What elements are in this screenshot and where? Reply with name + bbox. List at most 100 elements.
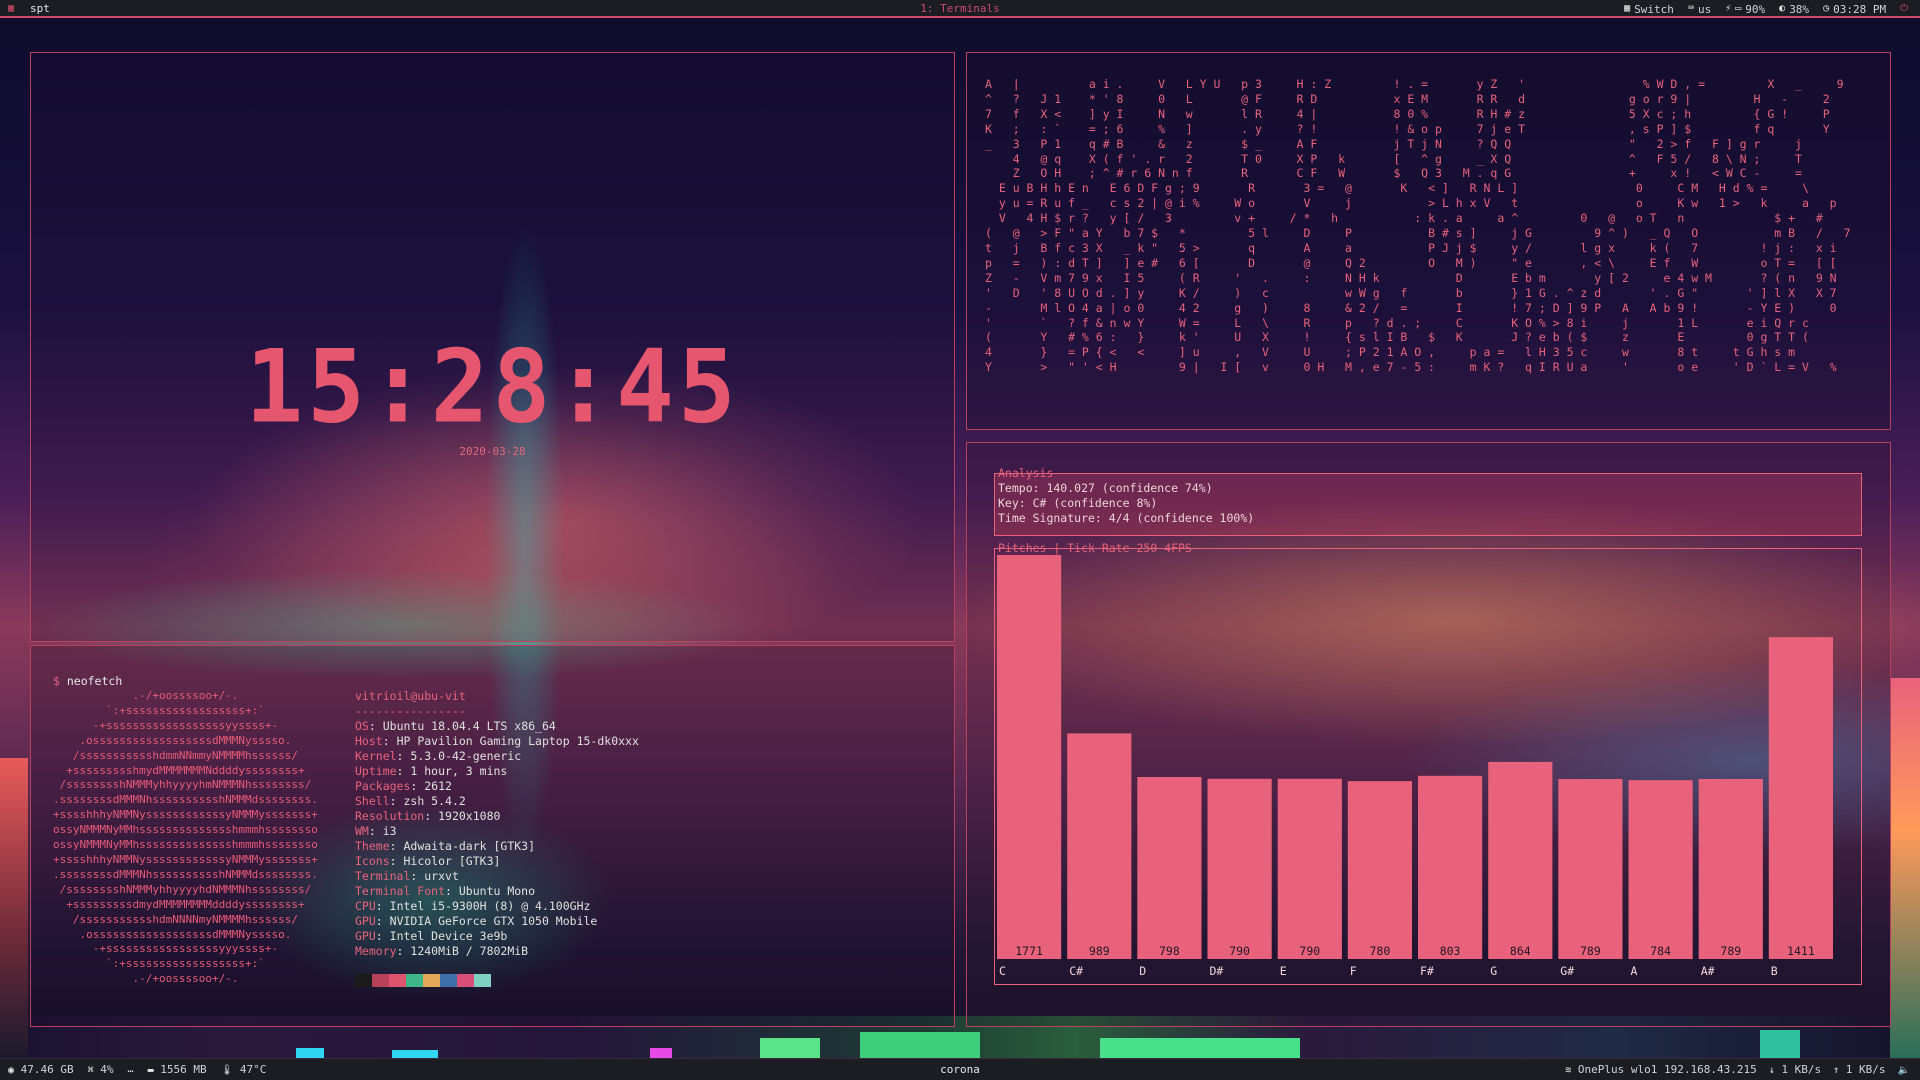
pitch-bar-C# [1067,733,1132,959]
pitch-value-label: 790 [1299,944,1320,958]
keyboard-layout-module[interactable]: ⌨ us [1688,3,1711,16]
pitch-bar-B [1768,637,1833,959]
switch-icon: ▦ [1624,3,1631,14]
info-colon: : [389,794,404,808]
ascii-art-line: -+ssssssssssssssssssyyssss+- [53,718,279,732]
info-colon: : [396,749,411,763]
ascii-art-line: +sssssssssdmydMMMMMMMMddddyssssssss+ [53,897,305,911]
info-row: GPU: NVIDIA GeForce GTX 1050 Mobile [355,914,639,929]
info-colon: : [445,884,459,898]
info-row: OS: Ubuntu 18.04.4 LTS x86_64 [355,719,639,734]
info-colon: : [410,869,425,883]
background-building [1890,678,1920,1058]
workspace-grid-icon[interactable]: ▦ [8,3,24,14]
pitch-value-label: 784 [1650,944,1671,958]
info-colon: : [368,719,383,733]
disk-icon: ◉ [8,1065,15,1076]
matrix-line: K ; : ` = ; 6 % ] . y ? ! ! & o p 7 j e … [985,121,1830,136]
palette-swatch [372,974,389,987]
top-status-bar: ▦ spt 1: Terminals ▦ Switch ⌨ us ⚡ ▭ 90%… [0,0,1920,18]
matrix-line: Z O H ; ^ # r 6 N n f R C F W $ Q 3 M . … [985,166,1802,181]
palette-swatch [355,974,372,987]
matrix-line: ' D ' 8 U O d . ] y K / ) c w W g f b } … [985,285,1837,300]
ascii-art-line: ossyNMMMNyMMhsssssssssssssshmmmhssssssso [53,838,318,852]
big-clock-time: 15:28:45 [245,328,740,446]
info-key: GPU [355,914,376,928]
pitch-bar-F# [1418,775,1483,959]
ascii-art-line: .ssssssssdMMMNhsssssssssshNMMMdssssssss. [53,867,318,881]
background-building [760,1038,820,1058]
battery-icon: ▭ [1735,3,1742,14]
pitch-category-label: E [1280,964,1287,978]
info-key: Icons [355,854,390,868]
keyboard-layout: us [1697,2,1712,16]
pitch-category-label: D# [1210,964,1224,978]
info-colon: : [396,764,411,778]
pitch-bar-G [1488,761,1553,959]
info-colon: : [424,809,439,823]
ascii-art-line: ossyNMMMNyMMhsssssssssssssshmmmhssssssso [53,823,318,837]
thermometer-icon: 🌡 [220,1065,234,1076]
background-building [296,1048,324,1058]
power-icon[interactable]: ⏻ [1900,4,1908,14]
volume-module[interactable]: 🔈 [1898,1063,1910,1076]
info-value: zsh 5.4.2 [403,794,466,808]
battery-module[interactable]: ⚡ ▭ 90% [1725,3,1765,16]
info-value: Ubuntu 18.04.4 LTS x86_64 [382,719,556,733]
pitch-value-label: 790 [1229,944,1250,958]
analysis-title: Analysis [998,466,1054,480]
wifi-icon: ≋ [1565,1065,1572,1076]
battery-level: 90% [1745,2,1766,16]
pitch-value-label: 780 [1370,944,1391,958]
clock-icon: ◷ [1823,3,1830,14]
color-palette [355,974,491,987]
cpu-icon: ⌘ [87,1065,94,1076]
download-module: ↓ 1 KB/s [1769,1063,1821,1076]
brightness-level: 38% [1789,2,1810,16]
cpu-module[interactable]: ⌘ 4% [88,1063,114,1076]
pitch-category-label: F [1350,964,1357,978]
upload-arrow-icon: ↑ [1833,1065,1840,1076]
temperature-module[interactable]: 🌡 47°C [221,1063,267,1076]
matrix-rain-terminal-window[interactable]: A | a i . V L Y U p 3 H : Z ! . = y Z ' … [966,52,1891,430]
pitch-category-label: D [1139,964,1146,978]
memory-module[interactable]: ▬ 1556 MB [148,1063,207,1076]
palette-swatch [440,974,457,987]
pitch-bar-chart: 1771 C 989 C# 798 D 790 D# 790 E 780 F 803 F# 864 G 789 G… [997,555,1833,978]
ascii-art-line: .ssssssssdMMMNhsssssssssshNMMMdssssssss. [53,793,318,807]
pitch-value-label: 789 [1720,944,1741,958]
info-row: Uptime: 1 hour, 3 mins [355,764,639,779]
matrix-line: t j B f c 3 X _ k " 5 > q A a P J j $ y … [985,240,1837,255]
pitch-value-label: 989 [1089,944,1110,958]
matrix-line: ( Y # % 6 : } k ' U X ! { s l I B $ K J … [985,330,1809,345]
info-colon: : [375,929,390,943]
info-row: GPU: Intel Device 3e9b [355,929,639,944]
network-module[interactable]: ≋ OnePlus wlo1 192.168.43.215 [1565,1063,1756,1076]
shell-prompt: $ neofetch [53,674,122,688]
clock-terminal-window[interactable]: 15:28:45 2020-03-28 [30,52,955,642]
pitch-bar-D [1137,777,1202,959]
pitch-category-label: C# [1069,964,1083,978]
prompt-symbol: $ [53,674,67,688]
download-rate: 1 KB/s [1781,1063,1822,1076]
matrix-line: _ 3 P 1 q # B & z $ _ A F j T j N ? Q Q … [985,136,1802,151]
info-row: Terminal Font: Ubuntu Mono [355,884,639,899]
spt-audio-analysis-window[interactable]: Analysis Tempo: 140.027 (confidence 74%)… [966,442,1891,1027]
brightness-module[interactable]: ◐ 38% [1779,3,1809,16]
background-building [0,758,28,1058]
neofetch-terminal-window[interactable]: $ neofetch .-/+oossssoo+/-. `:+sssssssss… [30,645,955,1027]
disk-module[interactable]: ◉ 47.46 GB [8,1063,74,1076]
workspace-label[interactable]: spt [30,2,50,15]
tempo-line: Tempo: 140.027 (confidence 74%) [998,481,1213,495]
topbar-time: 03:28 PM [1833,2,1887,16]
background-building [860,1032,980,1058]
network-info: OnePlus wlo1 192.168.43.215 [1577,1063,1757,1076]
switch-module[interactable]: ▦ Switch [1624,3,1674,16]
info-colon: : [410,779,425,793]
clock-module[interactable]: ◷ 03:28 PM [1823,3,1886,16]
info-colon: : [396,944,411,958]
info-row: Icons: Hicolor [GTK3] [355,854,639,869]
ascii-art-line: `:+ssssssssssssssssss+:` [53,957,265,971]
memory-icon: ▬ [147,1065,154,1076]
info-key: OS [355,719,369,733]
